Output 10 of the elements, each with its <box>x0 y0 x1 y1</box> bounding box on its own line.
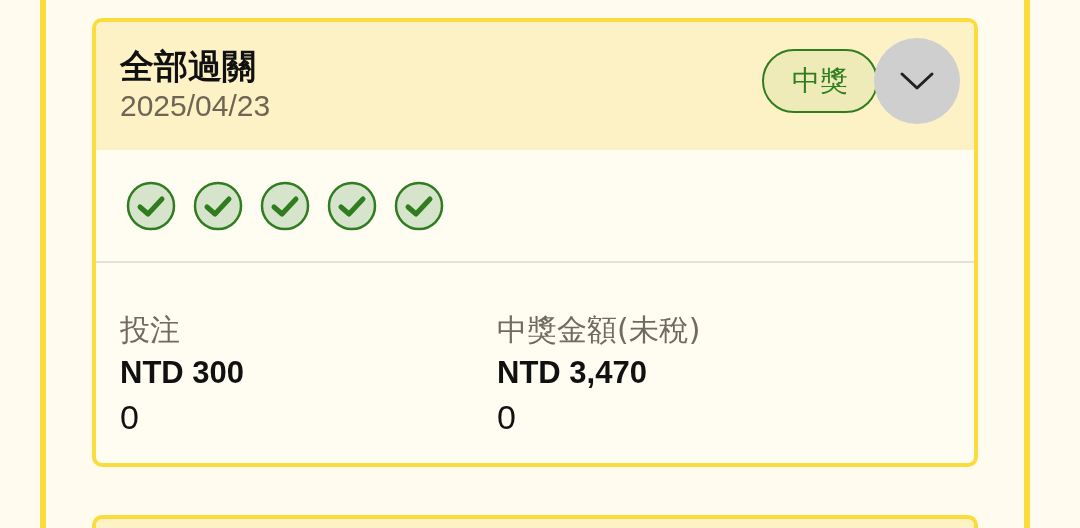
bet-title: 全部過關 <box>120 45 257 88</box>
stat-amount: NTD 3,470 <box>497 354 648 392</box>
stat-amount: NTD 300 <box>120 354 246 392</box>
stat-value: 0 <box>120 397 140 438</box>
chevron-down-icon <box>899 71 935 91</box>
status-badge: 中獎 <box>762 49 878 113</box>
stat-value: 0 <box>497 397 517 438</box>
stat-label: 投注 <box>120 311 181 349</box>
bet-date: 2025/04/23 <box>120 88 271 124</box>
stat-label: 中獎金額(未稅) <box>497 311 702 349</box>
